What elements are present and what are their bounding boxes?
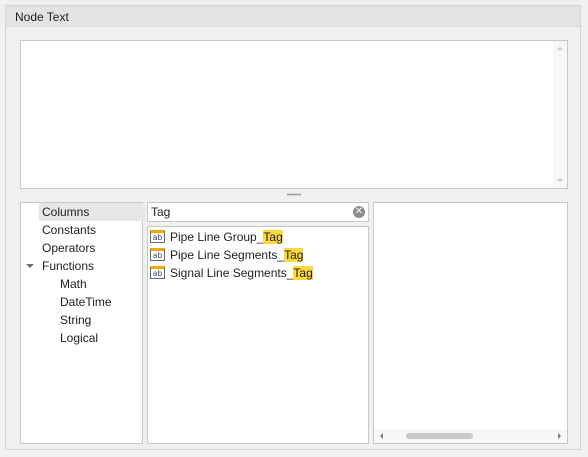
tree-item-label: Constants: [42, 223, 97, 237]
list-item[interactable]: ab Signal Line Segments_Tag: [150, 264, 364, 282]
clear-icon[interactable]: ✕: [353, 206, 365, 218]
description-panel: [373, 202, 568, 444]
tree-item-constants[interactable]: Constants: [42, 221, 96, 239]
category-tree: Columns Constants Operators Functions Ma…: [20, 202, 145, 444]
scroll-left-icon[interactable]: [380, 433, 383, 439]
scrollbar-thumb[interactable]: [406, 433, 473, 439]
tree-item-label: String: [60, 313, 92, 327]
tree-item-datetime[interactable]: DateTime: [60, 293, 112, 311]
editor-vertical-scrollbar[interactable]: [553, 41, 567, 188]
description-horizontal-scrollbar[interactable]: [374, 429, 567, 443]
list-item[interactable]: ab Pipe Line Segments_Tag: [150, 246, 364, 264]
tree-item-string[interactable]: String: [60, 311, 91, 329]
tree-item-label: Logical: [60, 331, 99, 345]
group-header: Node Text: [6, 6, 580, 27]
tree-item-label: Operators: [42, 241, 96, 255]
column-list: ab Pipe Line Group_Tag ab Pipe Line Segm…: [147, 226, 369, 444]
scroll-right-icon[interactable]: [558, 433, 561, 439]
list-item-label: Pipe Line Group_Tag: [170, 230, 283, 244]
tree-item-logical[interactable]: Logical: [60, 329, 98, 347]
field-icon: ab: [150, 230, 165, 243]
list-item-label: Signal Line Segments_Tag: [170, 266, 313, 280]
field-icon: ab: [150, 248, 165, 261]
tree-item-functions[interactable]: Functions: [21, 257, 141, 275]
list-item-label: Pipe Line Segments_Tag: [170, 248, 304, 262]
tree-item-label: DateTime: [60, 295, 112, 309]
tree-item-label: Functions: [42, 259, 95, 273]
match-highlight: Tag: [263, 230, 283, 244]
tree-item-operators[interactable]: Operators: [42, 239, 95, 257]
group-title: Node Text: [15, 10, 69, 24]
splitter-grip[interactable]: [287, 193, 301, 196]
match-highlight: Tag: [293, 266, 313, 280]
expand-arrow-icon[interactable]: [26, 264, 34, 268]
scroll-up-icon[interactable]: [557, 47, 563, 50]
list-item[interactable]: ab Pipe Line Group_Tag: [150, 228, 364, 246]
tree-item-columns[interactable]: Columns: [39, 203, 145, 221]
scroll-down-icon[interactable]: [557, 179, 563, 182]
tree-item-label: Math: [60, 277, 87, 291]
expression-editor[interactable]: [20, 40, 568, 189]
tree-item-math[interactable]: Math: [60, 275, 87, 293]
search-value: Tag: [151, 205, 171, 219]
tree-item-label: Columns: [42, 205, 90, 219]
match-highlight: Tag: [284, 248, 304, 262]
field-icon: ab: [150, 266, 165, 279]
search-input[interactable]: Tag ✕: [147, 202, 369, 222]
